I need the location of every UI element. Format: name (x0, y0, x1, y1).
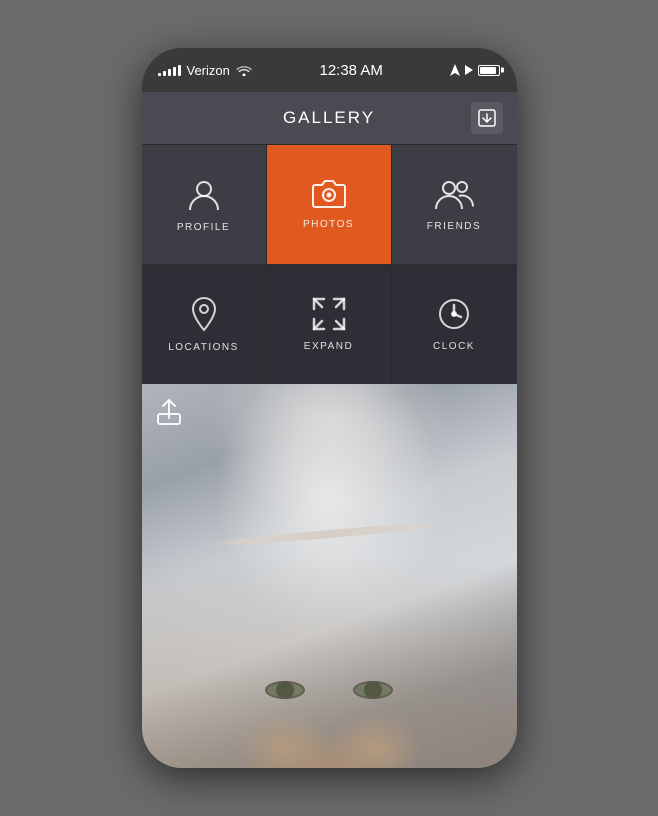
locations-cell[interactable]: LOCATIONS (142, 265, 267, 384)
header-title: GALLERY (283, 108, 375, 128)
app-content: GALLERY PROFILE (142, 92, 517, 768)
status-right (450, 64, 500, 76)
clock-icon (437, 297, 471, 331)
signal-bars (158, 64, 181, 76)
expand-cell[interactable]: EXPAND (267, 265, 392, 384)
expand-label: EXPAND (304, 341, 353, 352)
headband-decoration (198, 518, 460, 549)
profile-icon (186, 176, 222, 212)
eye-left-decoration (265, 681, 305, 699)
battery-icon (478, 65, 500, 76)
profile-cell[interactable]: PROFILE (142, 145, 267, 264)
camera-icon (311, 179, 347, 209)
friends-cell[interactable]: FRIENDS (392, 145, 517, 264)
clock-label: CLOCK (433, 341, 475, 352)
navigation-icon (450, 64, 460, 76)
grid-top: PROFILE PHOTOS FRIENDS (142, 144, 517, 264)
location-icon (190, 296, 218, 332)
profile-label: PROFILE (177, 222, 230, 233)
grid-bottom: LOCATIONS EXPAND (142, 264, 517, 384)
photos-label: PHOTOS (303, 219, 354, 230)
friends-label: FRIENDS (427, 221, 481, 232)
phone-frame: Verizon 12:38 AM GALLERY (142, 48, 517, 768)
locations-label: LOCATIONS (168, 342, 239, 353)
export-button[interactable] (471, 102, 503, 134)
status-bar: Verizon 12:38 AM (142, 48, 517, 92)
photo-section (142, 384, 517, 768)
time-display: 12:38 AM (319, 62, 382, 79)
clock-cell[interactable]: CLOCK (392, 265, 517, 384)
photo-image (142, 384, 517, 768)
wifi-icon (236, 64, 252, 76)
photos-cell[interactable]: PHOTOS (267, 145, 392, 264)
play-icon (465, 65, 473, 75)
share-icon (156, 398, 182, 426)
carrier-label: Verizon (187, 63, 230, 78)
export-icon (478, 109, 496, 127)
share-button[interactable] (156, 398, 182, 432)
status-left: Verizon (158, 63, 252, 78)
expand-icon (312, 297, 346, 331)
eye-right-decoration (353, 681, 393, 699)
friends-icon (434, 177, 474, 211)
app-header: GALLERY (142, 92, 517, 144)
